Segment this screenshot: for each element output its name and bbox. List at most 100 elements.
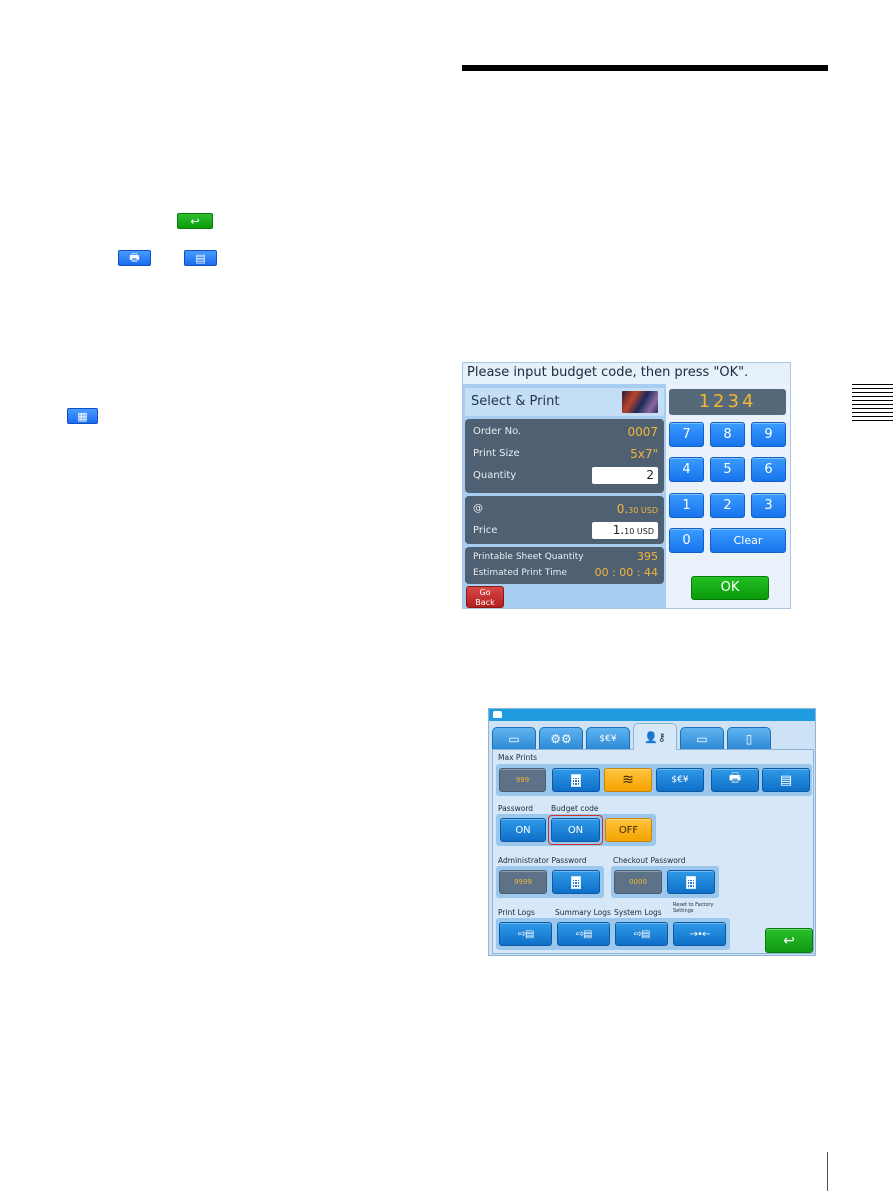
chapter-index-tab <box>852 384 893 422</box>
card-reader-icon: ▤ <box>184 250 217 266</box>
printer-button[interactable]: 🖶 <box>711 768 759 792</box>
admin-settings-body: Max Prints 999 ≋ $€¥ 🖶 ▤ Password Budget… <box>492 749 814 954</box>
tab-settings[interactable]: ⚙⚙ <box>539 727 583 749</box>
key-1[interactable]: 1 <box>669 493 704 518</box>
quantity-row: Quantity 2 <box>473 466 658 486</box>
key-6[interactable]: 6 <box>751 457 786 482</box>
key-2[interactable]: 2 <box>710 493 745 518</box>
password-on-button[interactable]: ON <box>500 818 546 842</box>
order-info-panel: Order No. 0007 Print Size 5x7" Quantity … <box>465 419 664 493</box>
lock-icon <box>493 711 502 718</box>
order-summary-pane: Select & Print Order No. 0007 Print Size… <box>463 384 666 608</box>
order-no-value: 0007 <box>627 425 658 439</box>
gears-icon: ⚙⚙ <box>550 731 572 746</box>
return-button[interactable]: ↩ <box>765 928 813 953</box>
system-logs-label: System Logs <box>614 908 662 917</box>
go-back-line2: Back <box>475 598 495 607</box>
unit-price-row: @ 0.30 USD <box>473 499 658 519</box>
price-dec: 10 USD <box>624 527 654 536</box>
quantity-field[interactable]: 2 <box>592 467 658 484</box>
password-label: Password <box>498 804 534 813</box>
tab-paper[interactable]: ▯ <box>727 727 771 749</box>
go-back-button[interactable]: Go Back <box>466 586 504 608</box>
calculator-icon <box>571 773 581 787</box>
reset-arrows-icon: →•← <box>689 928 711 940</box>
budget-code-prompt: Please input budget code, then press "OK… <box>463 363 790 384</box>
print-time-row: Estimated Print Time 00 : 00 : 44 <box>473 565 658 581</box>
export-document-icon: ⇨▤ <box>633 928 651 940</box>
key-4[interactable]: 4 <box>669 457 704 482</box>
sheets-mode-button[interactable]: ≋ <box>604 768 652 792</box>
currency-icon: $€¥ <box>599 733 617 744</box>
page-number-rule <box>827 1152 828 1191</box>
sheet-quantity-row: Printable Sheet Quantity 395 <box>473 549 658 565</box>
export-document-icon: ⇨▤ <box>575 928 593 940</box>
settings-screen: ▭ ⚙⚙ $€¥ 👤⚷ ▭ ▯ Max Prints 999 ≋ $€¥ 🖶 ▤… <box>488 708 816 956</box>
key-3[interactable]: 3 <box>751 493 786 518</box>
print-time-label: Estimated Print Time <box>473 568 567 578</box>
calculator-icon: ▦ <box>67 408 98 424</box>
quantity-label: Quantity <box>473 470 517 481</box>
paper-icon: ▯ <box>745 731 753 746</box>
max-prints-calculator-button[interactable] <box>552 768 600 792</box>
display-icon: ▭ <box>508 731 520 746</box>
print-size-value: 5x7" <box>630 447 658 461</box>
return-arrow-icon: ↩ <box>177 213 213 229</box>
frame-icon: ▭ <box>696 731 708 746</box>
key-0[interactable]: 0 <box>669 528 704 553</box>
unit-price-dec: 30 USD <box>628 506 658 515</box>
ok-button[interactable]: OK <box>691 576 769 600</box>
max-prints-value: 999 <box>499 768 546 792</box>
key-8[interactable]: 8 <box>710 422 745 447</box>
budget-code-display: 1234 <box>669 389 786 415</box>
checkout-password-value: 0000 <box>614 870 662 894</box>
reset-factory-label: Reset to Factory Settings <box>673 902 714 914</box>
system-logs-button[interactable]: ⇨▤ <box>615 922 668 946</box>
price-label: Price <box>473 525 498 536</box>
budget-code-off-button[interactable]: OFF <box>605 818 652 842</box>
unit-price-int: 0. <box>616 502 629 516</box>
checkout-password-calculator-button[interactable] <box>667 870 715 894</box>
unit-price-value: 0.30 USD <box>617 499 658 521</box>
printer-icon: 🖶 <box>118 250 151 266</box>
key-9[interactable]: 9 <box>751 422 786 447</box>
screen-title: Select & Print <box>465 388 664 416</box>
section-heading-rule <box>462 65 828 71</box>
budget-code-input-screen: Please input budget code, then press "OK… <box>462 362 791 609</box>
admin-password-calculator-button[interactable] <box>552 870 600 894</box>
print-logs-button[interactable]: ⇨▤ <box>499 922 552 946</box>
settings-title-bar <box>489 709 815 721</box>
tab-display[interactable]: ▭ <box>492 727 536 749</box>
currency-mode-button[interactable]: $€¥ <box>656 768 704 792</box>
reset-factory-button[interactable]: →•← <box>673 922 726 946</box>
calculator-icon <box>571 875 581 889</box>
clear-button[interactable]: Clear <box>710 528 786 553</box>
sheet-quantity-value: 395 <box>637 550 658 563</box>
card-reader-button[interactable]: ▤ <box>762 768 810 792</box>
user-key-icon: 👤⚷ <box>644 730 666 744</box>
photo-thumbnail-icon <box>622 391 658 413</box>
currency-icon: $€¥ <box>671 775 689 785</box>
printer-icon: 🖶 <box>728 771 742 786</box>
calculator-icon <box>686 875 696 889</box>
tab-currency[interactable]: $€¥ <box>586 727 630 749</box>
print-size-label: Print Size <box>473 448 520 459</box>
budget-code-label: Budget code <box>551 804 599 813</box>
key-5[interactable]: 5 <box>710 457 745 482</box>
tab-frame[interactable]: ▭ <box>680 727 724 749</box>
order-no-row: Order No. 0007 <box>473 422 658 442</box>
unit-price-label: @ <box>473 503 483 514</box>
return-arrow-icon: ↩ <box>783 932 795 949</box>
tab-admin[interactable]: 👤⚷ <box>633 723 677 750</box>
export-document-icon: ⇨▤ <box>517 928 535 940</box>
key-7[interactable]: 7 <box>669 422 704 447</box>
budget-code-on-button[interactable]: ON <box>551 818 600 842</box>
paper-stack-icon: ≋ <box>622 772 634 788</box>
admin-password-label: Administrator Password <box>498 856 587 865</box>
settings-tabs: ▭ ⚙⚙ $€¥ 👤⚷ ▭ ▯ <box>492 723 812 750</box>
summary-logs-button[interactable]: ⇨▤ <box>557 922 610 946</box>
print-size-row: Print Size 5x7" <box>473 444 658 464</box>
go-back-line1: Go <box>479 588 491 597</box>
pricing-panel: @ 0.30 USD Price 1.10 USD <box>465 496 664 544</box>
print-status-panel: Printable Sheet Quantity 395 Estimated P… <box>465 547 664 584</box>
